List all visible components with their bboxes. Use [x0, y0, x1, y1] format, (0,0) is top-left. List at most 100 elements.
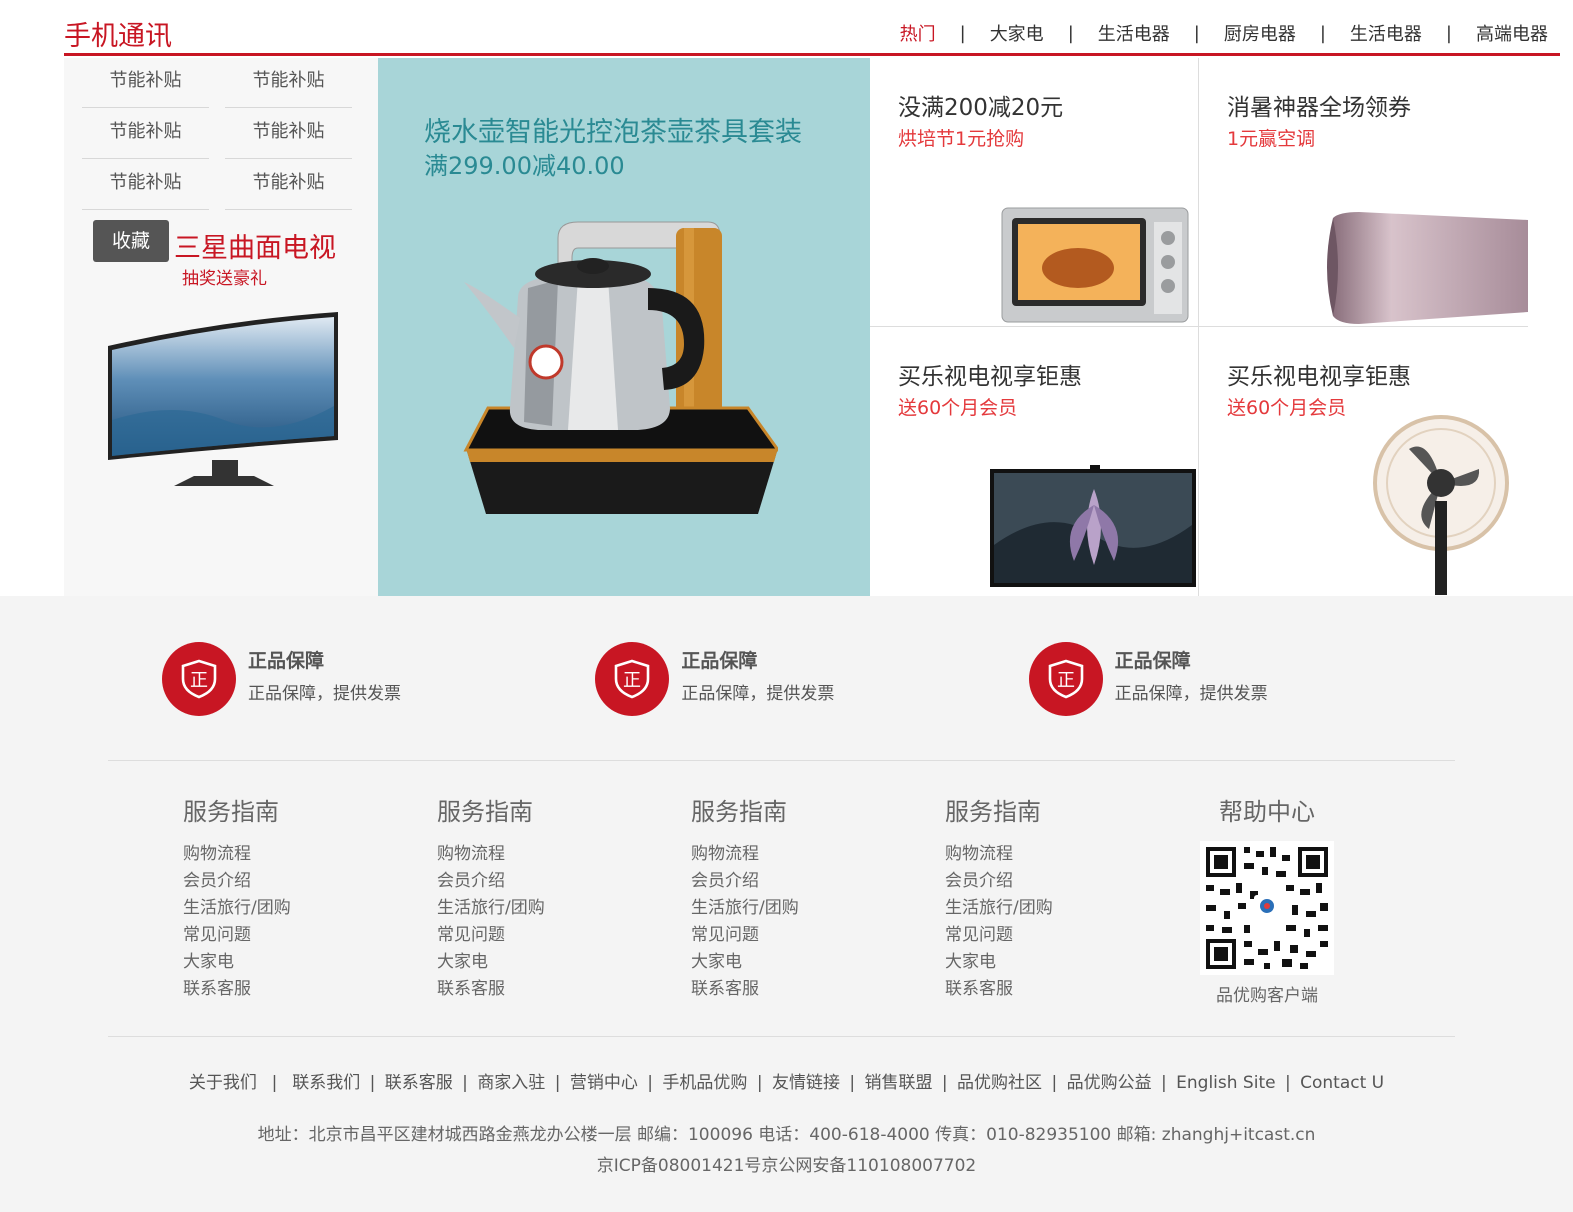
- guarantee-desc: 正品保障，提供发票: [681, 684, 835, 704]
- nav-tab-life-appliances-2[interactable]: 生活电器: [1350, 20, 1422, 46]
- tv-image: [990, 465, 1196, 587]
- footer-link[interactable]: 会员介绍: [183, 868, 291, 895]
- footer-link[interactable]: 生活旅行/团购: [945, 895, 1053, 922]
- fan-image: [1373, 415, 1509, 595]
- promo-card-title: 消暑神器全场领券: [1227, 95, 1411, 121]
- footer-link[interactable]: 联系客服: [385, 1073, 453, 1093]
- subsidy-link[interactable]: 节能补贴: [82, 160, 209, 210]
- footer-link[interactable]: English Site: [1176, 1073, 1275, 1093]
- tv-promo-banner[interactable]: 三星曲面电视 抽奖送豪礼: [64, 218, 378, 596]
- promo-card[interactable]: 没满200减20元 烘培节1元抢购: [870, 58, 1199, 327]
- help-center: 帮助中心 品优购客户端: [1200, 792, 1334, 1006]
- guarantee-title: 正品保障: [1114, 650, 1191, 672]
- promo-card-subtitle: 烘培节1元抢购: [898, 128, 1025, 150]
- footer-link[interactable]: 联系客服: [691, 976, 799, 1003]
- subsidy-link[interactable]: 节能补贴: [82, 58, 209, 108]
- nav-tab-high-end-appliances[interactable]: 高端电器: [1476, 20, 1548, 46]
- service-guide-column: 服务指南 购物流程 会员介绍 生活旅行/团购 常见问题 大家电 联系客服: [437, 792, 545, 1003]
- service-guide-column: 服务指南 购物流程 会员介绍 生活旅行/团购 常见问题 大家电 联系客服: [945, 792, 1053, 1003]
- site-footer: 正 正品保障 正品保障，提供发票 正 正品保障 正品保障，提供发票 正 正品保障…: [0, 596, 1573, 1212]
- floor-header: 手机通讯 热门 | 大家电 | 生活电器 | 厨房电器 | 生活电器 | 高端电…: [64, 0, 1560, 56]
- promo-card-subtitle: 送60个月会员: [898, 397, 1018, 419]
- guarantee-desc: 正品保障，提供发票: [1114, 684, 1268, 704]
- footer-link[interactable]: 购物流程: [183, 841, 291, 868]
- kettle-promo-banner[interactable]: 烧水壶智能光控泡茶壶茶具套装 满299.00减40.00: [378, 58, 870, 596]
- footer-link[interactable]: Contact U: [1300, 1073, 1384, 1093]
- kettle-promo-title: 烧水壶智能光控泡茶壶茶具套装: [424, 117, 802, 148]
- guarantee-desc: 正品保障，提供发票: [248, 684, 401, 704]
- subsidy-link[interactable]: 节能补贴: [225, 109, 352, 159]
- footer-address: 地址：北京市昌平区建材城西路金燕龙办公楼一层 邮编：100096 电话：400-…: [257, 1125, 1316, 1145]
- footer-link[interactable]: 购物流程: [437, 841, 545, 868]
- promo-card-title: 没满200减20元: [898, 95, 1064, 121]
- footer-link[interactable]: 大家电: [437, 949, 545, 976]
- footer-link[interactable]: 友情链接: [772, 1073, 840, 1093]
- footer-link[interactable]: 常见问题: [945, 922, 1053, 949]
- footer-link[interactable]: 商家入驻: [477, 1073, 545, 1093]
- footer-link[interactable]: 大家电: [691, 949, 799, 976]
- footer-link[interactable]: 生活旅行/团购: [691, 895, 799, 922]
- svg-text:正: 正: [623, 670, 641, 691]
- guarantee-item: 正 正品保障 正品保障，提供发票: [1028, 642, 1462, 716]
- favorite-button[interactable]: 收藏: [93, 220, 169, 262]
- footer-link[interactable]: 常见问题: [183, 922, 291, 949]
- svg-text:正: 正: [1057, 670, 1075, 691]
- service-guide-column: 服务指南 购物流程 会员介绍 生活旅行/团购 常见问题 大家电 联系客服: [691, 792, 799, 1003]
- footer-link[interactable]: 会员介绍: [691, 868, 799, 895]
- promo-card[interactable]: 消暑神器全场领券 1元赢空调: [1199, 58, 1528, 327]
- left-column: 节能补贴 节能补贴 节能补贴 节能补贴 节能补贴 节能补贴 三星曲面电视 抽奖送…: [64, 58, 378, 596]
- kettle-promo-subtitle: 满299.00减40.00: [424, 152, 625, 180]
- floor-title: 手机通讯: [64, 21, 172, 52]
- promo-card[interactable]: 买乐视电视享钜惠 送60个月会员: [1199, 327, 1528, 596]
- nav-separator: |: [1067, 22, 1074, 44]
- service-guide-title: 服务指南: [437, 798, 533, 826]
- nav-separator: |: [959, 22, 966, 44]
- tv-promo-subtitle: 抽奖送豪礼: [182, 269, 267, 289]
- footer-link[interactable]: 会员介绍: [437, 868, 545, 895]
- footer-link[interactable]: 品优购公益: [1067, 1073, 1152, 1093]
- footer-link[interactable]: 购物流程: [691, 841, 799, 868]
- nav-tab-life-appliances[interactable]: 生活电器: [1098, 20, 1170, 46]
- floor-nav: 热门 | 大家电 | 生活电器 | 厨房电器 | 生活电器 | 高端电器: [900, 20, 1548, 46]
- footer-link[interactable]: 大家电: [183, 949, 291, 976]
- nav-separator: |: [1193, 22, 1200, 44]
- service-guide-column: 服务指南 购物流程 会员介绍 生活旅行/团购 常见问题 大家电 联系客服: [183, 792, 291, 1003]
- nav-tab-large-appliances[interactable]: 大家电: [990, 20, 1044, 46]
- footer-link[interactable]: 购物流程: [945, 841, 1053, 868]
- footer-link[interactable]: 大家电: [945, 949, 1053, 976]
- footer-link[interactable]: 生活旅行/团购: [183, 895, 291, 922]
- promo-card[interactable]: 买乐视电视享钜惠 送60个月会员: [870, 327, 1199, 596]
- footer-link[interactable]: 联系客服: [183, 976, 291, 1003]
- subsidy-links: 节能补贴 节能补贴 节能补贴 节能补贴 节能补贴 节能补贴: [82, 58, 352, 211]
- nav-tab-kitchen-appliances[interactable]: 厨房电器: [1224, 20, 1296, 46]
- service-guide-title: 服务指南: [691, 798, 787, 826]
- curved-tv-image: [108, 312, 338, 486]
- svg-text:正: 正: [190, 670, 208, 691]
- subsidy-link[interactable]: 节能补贴: [225, 160, 352, 210]
- footer-link[interactable]: 手机品优购: [662, 1073, 747, 1093]
- nav-tab-hot[interactable]: 热门: [900, 20, 936, 46]
- nav-separator: |: [1319, 22, 1326, 44]
- promo-card-subtitle: 1元赢空调: [1227, 128, 1316, 150]
- help-center-title: 帮助中心: [1219, 798, 1315, 826]
- kettle-image: [463, 221, 778, 514]
- service-guide-title: 服务指南: [945, 798, 1041, 826]
- footer-link[interactable]: 营销中心: [570, 1073, 638, 1093]
- service-guarantees: 正 正品保障 正品保障，提供发票 正 正品保障 正品保障，提供发票 正 正品保障…: [162, 642, 1462, 716]
- footer-link[interactable]: 常见问题: [691, 922, 799, 949]
- qr-code-image: [1200, 841, 1334, 975]
- footer-link[interactable]: 联系我们: [292, 1073, 360, 1093]
- footer-link[interactable]: 销售联盟: [865, 1073, 933, 1093]
- footer-link[interactable]: 生活旅行/团购: [437, 895, 545, 922]
- footer-link[interactable]: 联系客服: [945, 976, 1053, 1003]
- footer-link[interactable]: 会员介绍: [945, 868, 1053, 895]
- subsidy-link[interactable]: 节能补贴: [225, 58, 352, 108]
- footer-link[interactable]: 联系客服: [437, 976, 545, 1003]
- subsidy-link[interactable]: 节能补贴: [82, 109, 209, 159]
- shield-icon: 正: [595, 642, 670, 716]
- footer-link[interactable]: 品优购社区: [957, 1073, 1042, 1093]
- footer-link[interactable]: 常见问题: [437, 922, 545, 949]
- guarantee-item: 正 正品保障 正品保障，提供发票: [595, 642, 1028, 716]
- nav-separator: |: [1445, 22, 1452, 44]
- footer-link[interactable]: 关于我们: [189, 1073, 257, 1093]
